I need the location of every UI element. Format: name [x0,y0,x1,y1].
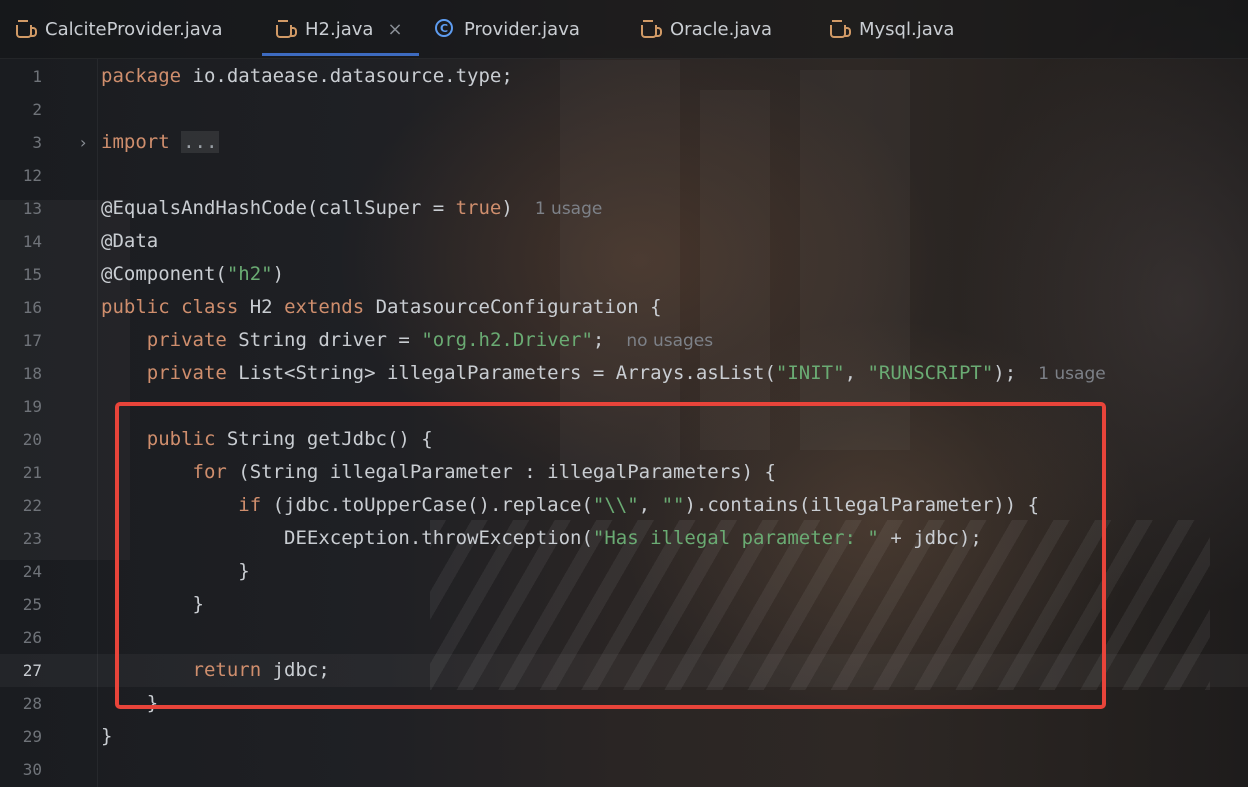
tab-label: Mysql.java [859,18,955,40]
code-line: 12 [0,159,1248,192]
java-class-icon: C [435,19,455,39]
line-number: 21 [22,463,42,482]
fold-expand-icon[interactable]: › [80,126,86,159]
line-number: 20 [22,430,42,449]
tab-label: H2.java [305,18,374,40]
code-line: 29 } [0,720,1248,753]
line-number: 23 [22,529,42,548]
code-line: 16 public class H2 extends DatasourceCon… [0,291,1248,324]
code-line: 1 package io.dataease.datasource.type; [0,60,1248,93]
java-file-icon [16,19,37,39]
usage-hint[interactable]: no usages [626,331,713,351]
line-number: 26 [22,628,42,647]
line-number: 13 [22,199,42,218]
line-number: 15 [22,265,42,284]
line-number: 18 [22,364,42,383]
tab-label: Provider.java [464,18,580,40]
line-number: 12 [22,166,42,185]
code-line: 3 › import ... [0,126,1248,159]
tab-h2[interactable]: H2.java × [262,0,419,58]
line-number: 29 [22,727,42,746]
code-line: 2 [0,93,1248,126]
code-line: 18 private List<String> illegalParameter… [0,357,1248,390]
line-number: 19 [22,397,42,416]
line-number: 17 [22,331,42,350]
tab-label: CalciteProvider.java [45,18,223,40]
usage-hint[interactable]: 1 usage [535,199,603,219]
usage-hint[interactable]: 1 usage [1038,364,1106,384]
code-line: 15 @Component("h2") [0,258,1248,291]
java-file-icon [641,19,662,39]
code-line: 30 [0,753,1248,786]
line-number: 30 [22,760,42,779]
tab-mysql[interactable]: Mysql.java [830,0,954,58]
close-icon[interactable]: × [387,19,402,40]
folded-imports[interactable]: ... [181,131,220,153]
line-number: 25 [22,595,42,614]
line-number: 24 [22,562,42,581]
line-number: 27 [22,661,42,680]
tab-provider[interactable]: C Provider.java [435,0,580,58]
line-number: 28 [22,694,42,713]
editor-tab-bar: CalciteProvider.java H2.java × C Provide… [0,0,1248,59]
line-number: 2 [32,100,42,119]
code-line: 13 @EqualsAndHashCode(callSuper = true) 1… [0,192,1248,225]
line-number: 22 [22,496,42,515]
java-file-icon [830,19,851,39]
red-annotation-box [115,402,1106,709]
line-number: 14 [22,232,42,251]
line-number: 16 [22,298,42,317]
line-number: 1 [32,67,42,86]
tab-calcite-provider[interactable]: CalciteProvider.java [16,0,223,58]
tab-oracle[interactable]: Oracle.java [641,0,772,58]
tab-label: Oracle.java [670,18,773,40]
java-file-icon [276,19,297,39]
line-number: 3 [32,133,42,152]
code-line: 14 @Data [0,225,1248,258]
code-line: 17 private String driver = "org.h2.Drive… [0,324,1248,357]
